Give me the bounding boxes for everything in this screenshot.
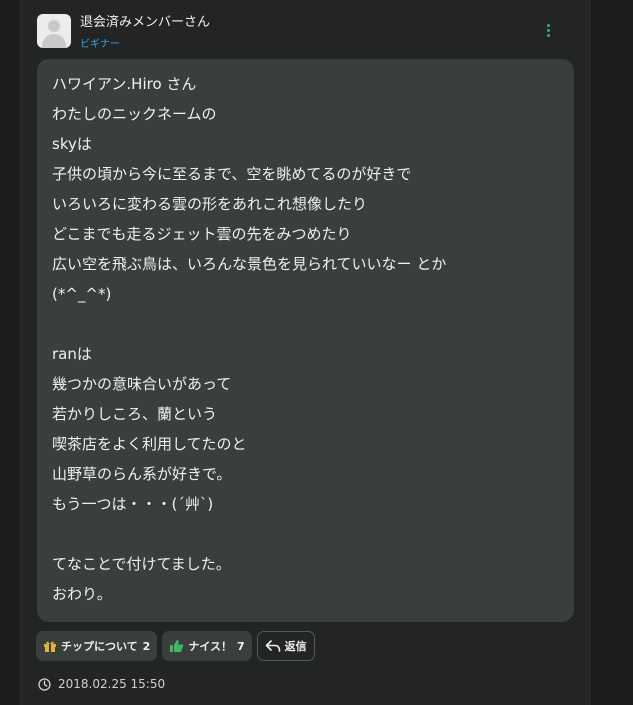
comment-line: おわり。: [52, 585, 112, 603]
kebab-menu-icon[interactable]: [546, 24, 552, 42]
post-header: 退会済みメンバーさん ビギナー: [37, 14, 210, 50]
comment-line: 山野草のらん系が好きで。: [52, 465, 232, 483]
action-bar: チップについて 2 ナイス！ 7 返信: [36, 631, 320, 661]
comment-line: skyは: [52, 135, 92, 153]
nice-button[interactable]: ナイス！ 7: [162, 631, 252, 661]
comment-line: 子供の頃から今に至るまで、空を眺めてるのが好きで: [52, 165, 412, 183]
avatar-head-shape: [48, 20, 60, 32]
comment-line: どこまでも走るジェット雲の先をみつめたり: [52, 225, 352, 243]
tip-label: チップについて: [61, 640, 138, 653]
comment-line: (*^_^*): [52, 285, 112, 303]
menu-dot: [547, 34, 550, 37]
nice-count: 7: [237, 639, 245, 653]
nice-label: ナイス！: [188, 640, 232, 653]
comment-post: 退会済みメンバーさん ビギナー ハワイアン.Hiro さん わたしのニックネーム…: [21, 0, 588, 705]
post-timestamp: 2018.02.25 15:50: [38, 677, 165, 691]
author-info: 退会済みメンバーさん ビギナー: [80, 14, 210, 50]
comment-line: もう一つは・・・(´艸`): [52, 495, 214, 513]
comment-line: 広い空を飛ぶ鳥は、いろんな景色を見られていいなー とか: [52, 255, 447, 273]
comment-line: ハワイアン.Hiro さん: [52, 75, 197, 93]
reply-button[interactable]: 返信: [256, 631, 315, 661]
comment-line: わたしのニックネームの: [52, 105, 217, 123]
menu-dot: [547, 29, 550, 32]
username[interactable]: 退会済みメンバーさん: [80, 14, 210, 31]
menu-dot: [547, 24, 550, 27]
rank-badge: ビギナー: [80, 39, 120, 50]
comment-line: 喫茶店をよく利用してたのと: [52, 435, 247, 453]
clock-icon: [38, 677, 51, 691]
reply-arrow-icon: [265, 639, 281, 653]
thumbs-up-icon: [169, 639, 184, 653]
comment-line: てなことで付けてました。: [52, 555, 231, 573]
comment-line: 幾つかの意味合いがあって: [52, 375, 232, 393]
avatar-body-shape: [42, 34, 66, 48]
comment-bubble: ハワイアン.Hiro さん わたしのニックネームの skyは 子供の頃から今に至…: [37, 59, 574, 622]
comment-line: ranは: [52, 345, 92, 363]
avatar[interactable]: [37, 14, 71, 48]
date-text: 2018.02.25 15:50: [58, 677, 166, 691]
right-rail: [589, 0, 633, 705]
left-rail: [0, 0, 21, 705]
comment-line: いろいろに変わる雲の形をあれこれ想像したり: [52, 195, 368, 213]
gift-icon: [43, 639, 57, 653]
tip-button[interactable]: チップについて 2: [36, 631, 158, 661]
reply-label: 返信: [284, 640, 307, 653]
comment-line: 若かりしころ、蘭という: [52, 405, 218, 423]
tip-count: 2: [142, 639, 151, 653]
